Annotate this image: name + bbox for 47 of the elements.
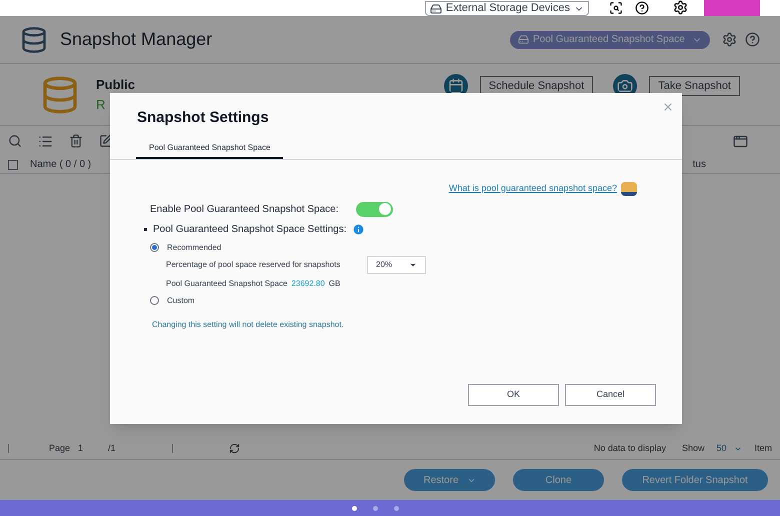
info-icon[interactable] [352, 222, 366, 236]
bullet-icon [144, 228, 147, 230]
close-icon[interactable] [662, 101, 674, 113]
drive-icon [430, 2, 442, 14]
app-title: Snapshot Manager [60, 28, 212, 51]
column-header: tus [692, 158, 706, 172]
app-logo-icon [20, 26, 48, 54]
enable-toggle[interactable] [356, 202, 393, 216]
space-value: 23692.80 [291, 278, 325, 290]
space-label: Pool Guaranteed Snapshot Space [166, 278, 288, 290]
enable-label: Enable Pool Guaranteed Snapshot Space: [150, 202, 340, 216]
search-icon[interactable] [609, 1, 623, 15]
help-icon[interactable] [635, 1, 649, 15]
help-link[interactable]: What is pool guaranteed snapshot space? [448, 182, 617, 196]
percentage-dropdown[interactable]: 20% [367, 256, 426, 274]
dialog-button[interactable]: OK [468, 384, 559, 406]
settings-icon[interactable] [673, 0, 688, 15]
folder-status: R [96, 96, 106, 114]
tab[interactable]: Pool Guaranteed Snapshot Space [136, 142, 284, 158]
radio-button[interactable] [150, 296, 159, 305]
trash-icon[interactable] [69, 134, 83, 148]
select-all-checkbox[interactable] [8, 160, 18, 170]
folder-name: Public [96, 76, 136, 94]
list-icon[interactable] [38, 134, 53, 148]
assistant-icon [621, 182, 637, 196]
dialog-button[interactable]: Cancel [565, 384, 656, 406]
edit-icon[interactable] [99, 134, 113, 148]
window-icon[interactable] [733, 134, 748, 148]
show-label: Show [682, 442, 704, 455]
status-text: No data to display [594, 442, 666, 455]
pool-icon [518, 34, 529, 45]
option-label: Custom [167, 294, 195, 306]
percentage-label: Percentage of pool space reserved for snapshots [166, 258, 342, 270]
dialog-title: Snapshot Settings [137, 108, 270, 128]
items-label: Item [754, 442, 772, 455]
space-unit: GB [328, 278, 340, 290]
page-field[interactable]: 1 [78, 442, 108, 456]
refresh-icon[interactable] [228, 443, 240, 454]
radio-button[interactable] [150, 243, 159, 252]
page-total: /1 [108, 442, 116, 455]
page-label: Page [49, 442, 70, 455]
column-header: Name ( 0 / 0 ) [30, 158, 92, 172]
settings-label: Pool Guaranteed Snapshot Space Settings: [153, 222, 346, 236]
page-size-dropdown[interactable]: 50 [716, 442, 742, 456]
option-label: Recommended [167, 242, 222, 254]
note-text: Changing this setting will not delete existing snapshot. [152, 318, 345, 330]
storage-dropdown[interactable]: External Storage Devices [424, 1, 589, 16]
